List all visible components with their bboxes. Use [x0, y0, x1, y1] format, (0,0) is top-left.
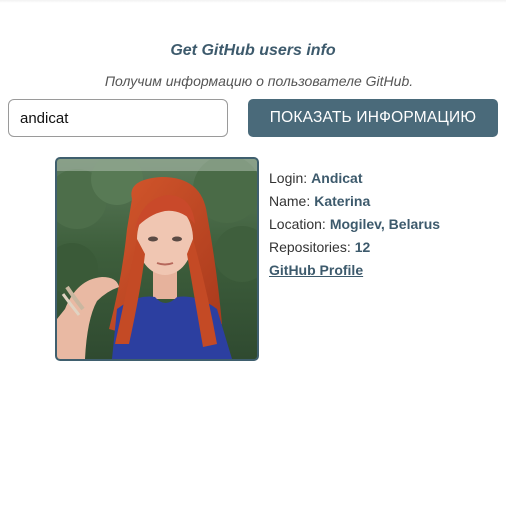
name-label: Name: — [269, 193, 311, 209]
name-row: Name: Katerina — [269, 192, 440, 215]
page-title: Get GitHub users info — [170, 42, 336, 59]
top-divider — [0, 0, 506, 3]
name-value: Katerina — [314, 193, 371, 209]
login-label: Login: — [269, 170, 308, 186]
user-info: Login: Andicat Name: Katerina Location: Mog… — [269, 169, 440, 284]
avatar — [55, 157, 259, 361]
page: Get GitHub users info Получим информацию… — [0, 0, 506, 506]
github-profile-link[interactable]: GitHub Profile — [269, 262, 363, 278]
repositories-label: Repositories: — [269, 239, 351, 255]
repositories-row: Repositories: 12 — [269, 238, 440, 261]
location-value: Mogilev, Belarus — [329, 216, 441, 232]
page-subtitle: Получим информацию о пользователе GitHub… — [104, 73, 414, 89]
show-info-button[interactable]: ПОКАЗАТЬ ИНФОРМАЦИЮ — [248, 99, 498, 137]
avatar-image — [57, 159, 257, 359]
login-row: Login: Andicat — [269, 169, 440, 192]
location-row: Location: Mogilev, Belarus — [269, 215, 440, 238]
location-label: Location: — [269, 216, 326, 232]
repositories-value: 12 — [354, 239, 371, 255]
login-value: Andicat — [311, 170, 363, 186]
profile-link-row: GitHub Profile — [269, 261, 440, 284]
username-input[interactable] — [8, 99, 228, 137]
